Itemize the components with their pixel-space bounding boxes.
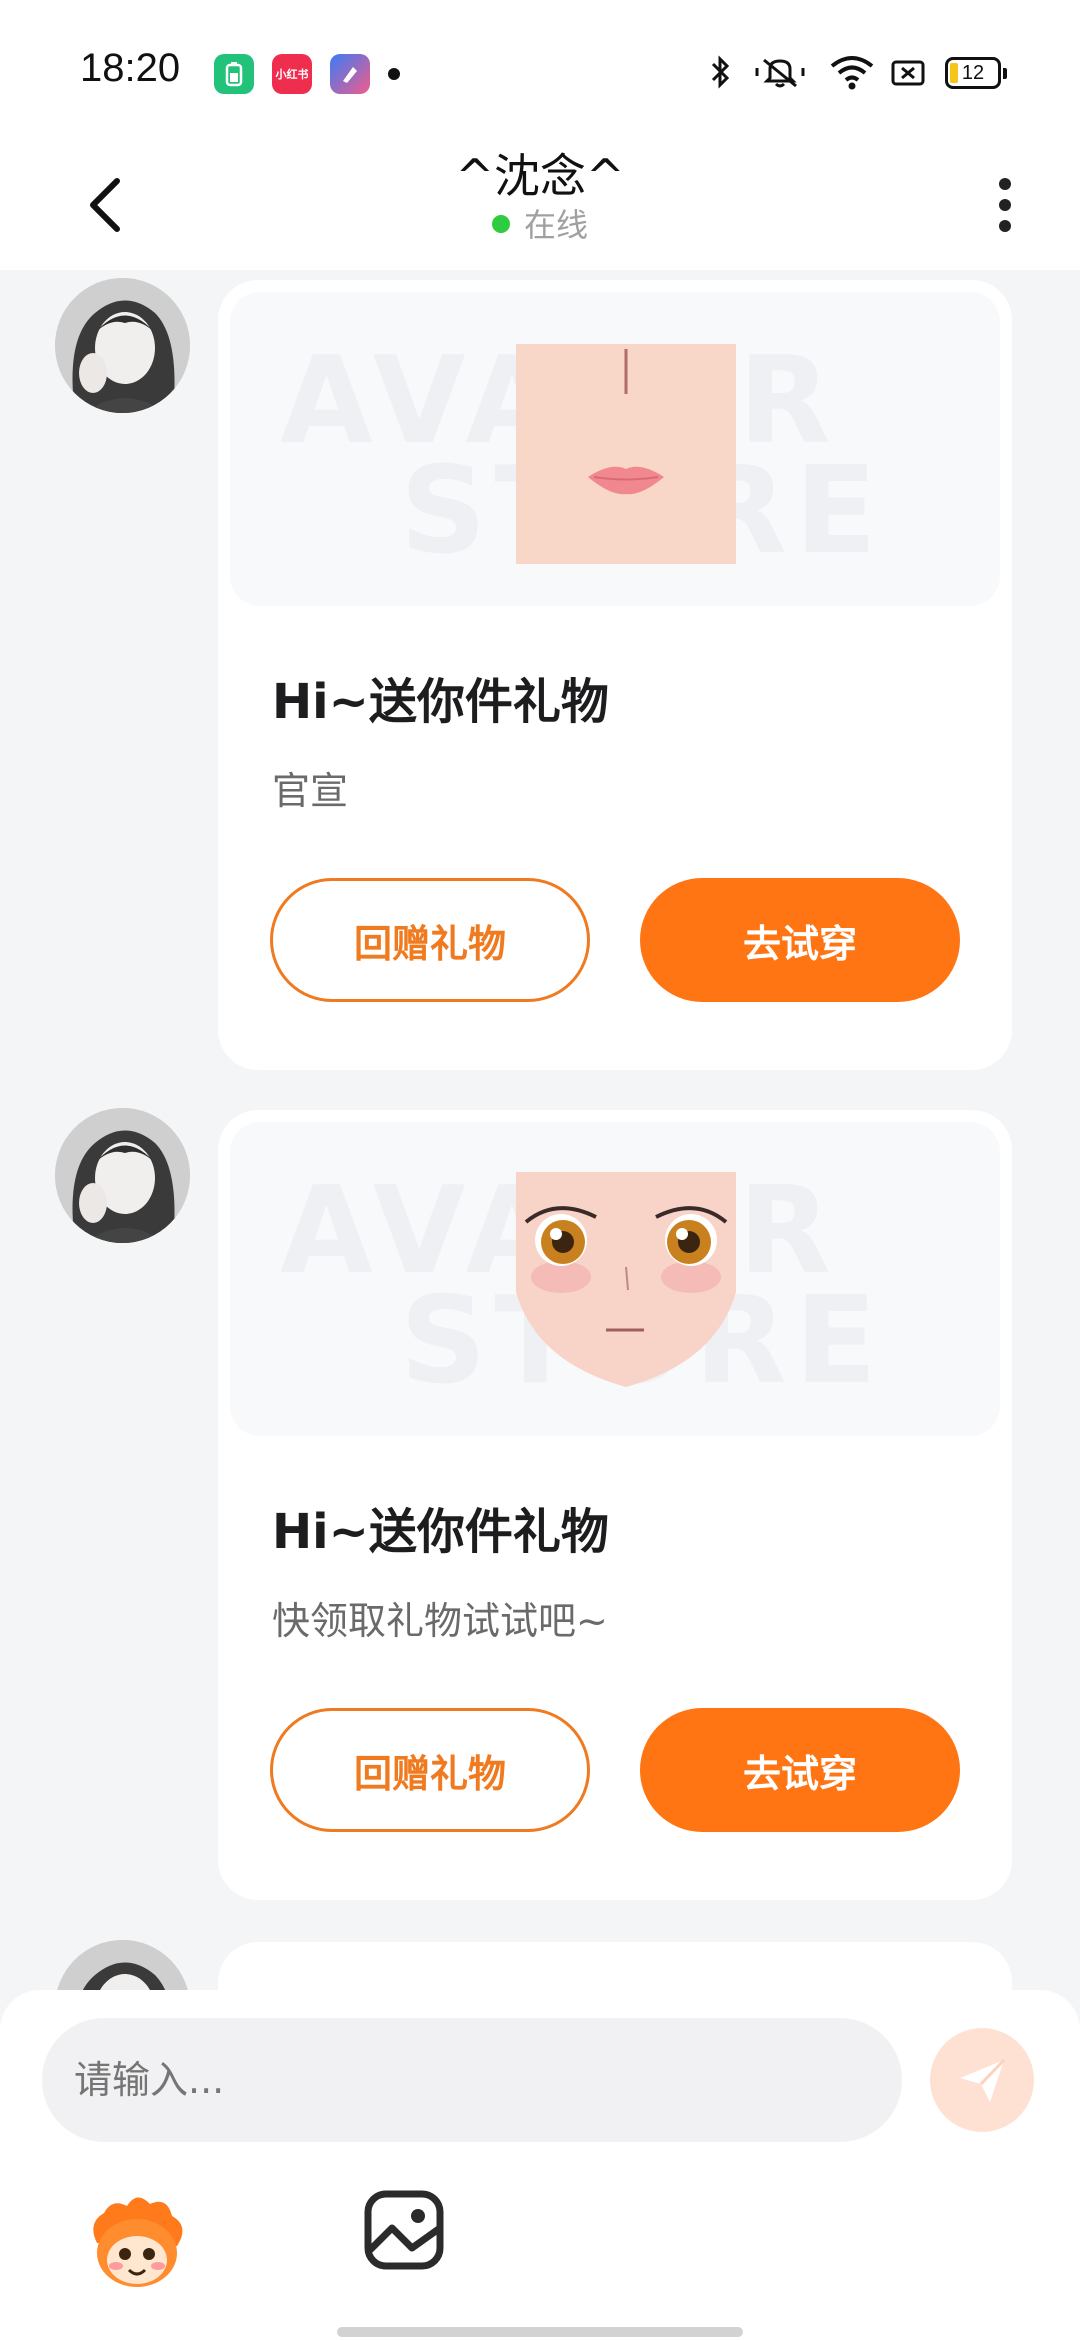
shortcut-app-icon: [330, 54, 370, 94]
image-picker-button[interactable]: [362, 2188, 446, 2272]
avatar-photo: [55, 278, 190, 413]
sender-avatar[interactable]: [55, 1108, 190, 1243]
gift-card: AVATAR STORE Hi~送你件礼物 快领取礼物试试吧~ 回赠礼物 去试穿: [218, 1110, 1012, 1900]
notification-dot-icon: [388, 68, 400, 80]
battery-indicator: 12: [945, 57, 1007, 89]
more-options-button[interactable]: [980, 160, 1030, 250]
try-on-button[interactable]: 去试穿: [640, 1708, 960, 1832]
message-input[interactable]: [42, 2018, 902, 2142]
sim-error-icon: [891, 60, 925, 86]
more-dot-icon: [999, 199, 1011, 211]
battery-level: 12: [961, 61, 985, 84]
more-dot-icon: [999, 220, 1011, 232]
composer-panel: [0, 1990, 1080, 2340]
online-dot-icon: [491, 215, 510, 233]
status-bar: 18:20 小红书 12: [0, 0, 1080, 140]
gift-title: Hi~送你件礼物: [272, 674, 609, 730]
gift-subtitle: 官宣: [272, 769, 349, 813]
gift-title: Hi~送你件礼物: [272, 1504, 609, 1560]
online-status: 在线: [0, 200, 1080, 246]
xiaohongshu-icon: 小红书: [272, 54, 312, 94]
gift-subtitle: 快领取礼物试试吧~: [272, 1599, 608, 1643]
image-icon: [364, 2190, 444, 2270]
wifi-icon: [830, 56, 874, 90]
chat-header: ^沈念^ 在线: [0, 140, 1080, 270]
anime-eyes-face-skin-image: [516, 1172, 736, 1387]
gift-preview-image[interactable]: AVATAR STORE: [230, 292, 1000, 606]
home-indicator[interactable]: [337, 2327, 743, 2337]
avatar-photo: [55, 1108, 190, 1243]
return-gift-button[interactable]: 回赠礼物: [270, 878, 590, 1002]
xiaohongshu-label: 小红书: [275, 68, 309, 81]
mute-bell-icon: [755, 58, 805, 88]
mascot-sticker-button[interactable]: [82, 2188, 192, 2298]
online-status-label: 在线: [523, 206, 588, 244]
send-button[interactable]: [930, 2028, 1034, 2132]
sender-avatar[interactable]: [55, 278, 190, 413]
more-dot-icon: [999, 178, 1011, 190]
battery-app-icon: [214, 54, 254, 94]
bluetooth-icon: [711, 55, 730, 89]
status-time: 18:20: [80, 46, 181, 90]
lips-face-skin-image: [516, 344, 736, 564]
send-plane-icon: [960, 2058, 1006, 2102]
return-gift-button[interactable]: 回赠礼物: [270, 1708, 590, 1832]
gift-card: AVATAR STORE Hi~送你件礼物 官宣 回赠礼物 去试穿: [218, 280, 1012, 1070]
gift-preview-image[interactable]: AVATAR STORE: [230, 1122, 1000, 1436]
try-on-button[interactable]: 去试穿: [640, 878, 960, 1002]
mascot-icon: [93, 2197, 183, 2287]
contact-name: ^沈念^: [455, 149, 625, 203]
